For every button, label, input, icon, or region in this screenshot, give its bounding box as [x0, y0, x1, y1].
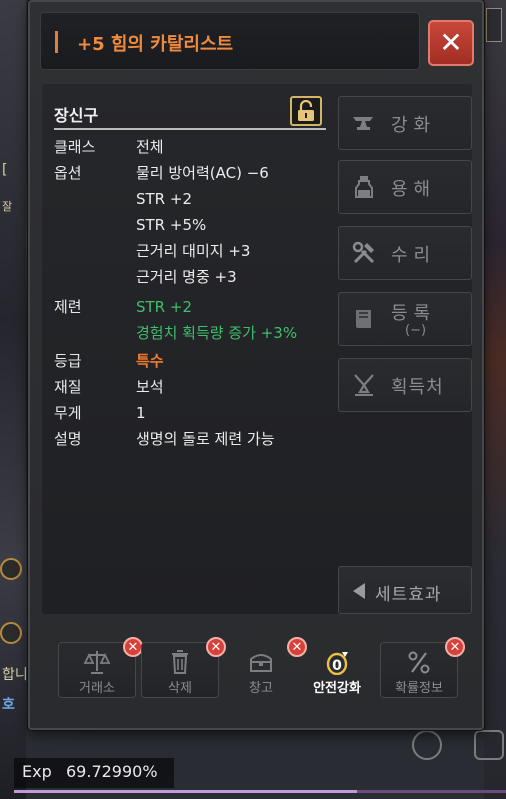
- stat-value: 경험치 획득량 증가 +3%: [136, 324, 298, 342]
- dissolve-label: 용해: [391, 179, 437, 200]
- stat-label: 클래스: [54, 138, 96, 156]
- safe-enhance-label: 안전강화: [313, 681, 361, 696]
- background-chat-icon: [474, 730, 504, 760]
- exp-progress-fill: [14, 790, 358, 793]
- set-effect-button[interactable]: 세트효과: [338, 566, 472, 614]
- close-icon: ✕: [439, 26, 463, 59]
- background-round-button: [0, 622, 22, 644]
- exp-value: 69.72990%: [66, 762, 158, 781]
- stat-label: 제련: [54, 298, 82, 316]
- stat-value: 근거리 명중 +3: [136, 268, 237, 286]
- exp-display: Exp 69.72990%: [14, 758, 174, 788]
- register-button[interactable]: 등록 (−): [338, 292, 472, 346]
- stat-label: 무게: [54, 404, 82, 422]
- background-left-text: 호: [2, 697, 15, 713]
- probability-info-button[interactable]: 확률정보 ✕: [380, 637, 465, 698]
- book-icon: [356, 310, 371, 328]
- register-count: (−): [405, 323, 427, 338]
- background-right-widget: [486, 8, 502, 42]
- warehouse-label: 창고: [249, 681, 273, 696]
- stat-value: 보석: [136, 378, 164, 396]
- repair-button[interactable]: 수리: [338, 226, 472, 280]
- stat-value: 특수: [136, 352, 164, 370]
- lock-icon[interactable]: [290, 96, 322, 126]
- background-round-button: [0, 558, 22, 580]
- enhance-button[interactable]: 강화: [338, 96, 472, 150]
- exchange-label: 거래소: [79, 681, 115, 696]
- window-titlebar: +5 힘의 카탈리스트: [40, 12, 420, 70]
- delete-label: 삭제: [168, 681, 192, 696]
- acquire-source-label: 획득처: [391, 377, 444, 398]
- acquire-icon: [354, 374, 374, 396]
- repair-label: 수리: [391, 245, 437, 266]
- stat-value: STR +5%: [136, 216, 207, 234]
- safe-enhance-icon: 0: [326, 652, 348, 675]
- delete-button[interactable]: 삭제 ✕: [141, 637, 226, 698]
- exp-progress-bar: [14, 790, 506, 793]
- background-round-button: [412, 730, 442, 760]
- stat-label: 옵션: [54, 164, 82, 182]
- background-left-text: 합니: [2, 667, 28, 683]
- probability-info-label: 확률정보: [395, 681, 443, 696]
- item-title: +5 힘의 카탈리스트: [77, 34, 234, 55]
- item-info-panel: 장신구 클래스 전체 옵션 물리 방어력(AC) −6 STR +2 STR +…: [44, 94, 326, 604]
- stat-label: 재질: [54, 378, 82, 396]
- dissolve-button[interactable]: 용해: [338, 160, 472, 214]
- disabled-badge-icon: ✕: [445, 637, 465, 657]
- chest-icon: [250, 654, 272, 672]
- divider: [54, 128, 326, 130]
- stat-value: 생명의 돌로 제련 가능: [136, 430, 275, 448]
- tools-icon: [352, 241, 375, 264]
- stat-label: 설명: [54, 430, 82, 448]
- item-type: 장신구: [54, 106, 99, 125]
- stat-value: STR +2: [136, 190, 192, 208]
- safe-enhance-button[interactable]: 0 안전강화: [298, 642, 376, 698]
- stat-value: 물리 방어력(AC) −6: [136, 164, 269, 182]
- warehouse-button[interactable]: 창고 ✕: [222, 637, 307, 698]
- stat-value: 1: [136, 404, 146, 422]
- percent-icon: [408, 651, 430, 674]
- anvil-icon: [353, 117, 373, 130]
- scale-icon: [83, 651, 111, 674]
- disabled-badge-icon: ✕: [123, 637, 143, 657]
- exp-label: Exp: [22, 762, 52, 781]
- trash-icon: [172, 650, 188, 674]
- background-left-text: 잘: [2, 200, 13, 213]
- stat-label: 등급: [54, 352, 82, 370]
- enhance-label: 강화: [391, 115, 437, 136]
- potion-bottle-icon: [355, 176, 373, 198]
- svg-text:0: 0: [332, 658, 342, 674]
- register-label: 등록: [391, 303, 437, 324]
- title-accent-bar: [55, 31, 58, 53]
- close-button[interactable]: ✕: [428, 20, 474, 66]
- background-right-hud: [484, 0, 506, 799]
- acquire-source-button[interactable]: 획득처: [338, 358, 472, 412]
- set-effect-label: 세트효과: [375, 585, 442, 605]
- background-left-text: [: [2, 162, 8, 178]
- stat-value: STR +2: [136, 298, 192, 316]
- stat-value: 전체: [136, 138, 164, 156]
- left-triangle-icon: [353, 583, 365, 599]
- exchange-button[interactable]: 거래소 ✕: [58, 637, 143, 698]
- item-info-window: +5 힘의 카탈리스트 ✕ 장신구 클래스 전체 옵션 물리 방어력(AC) −…: [28, 0, 484, 730]
- stat-value: 근거리 대미지 +3: [136, 242, 251, 260]
